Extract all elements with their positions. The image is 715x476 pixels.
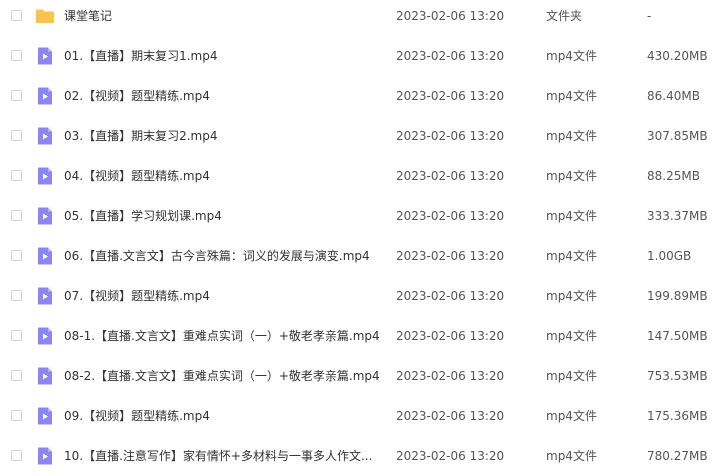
file-size: 175.36MB — [647, 409, 708, 423]
file-row[interactable]: 10.【直播.注意写作】家有情怀+多材料与一事多人作文... 2023-02-06… — [0, 436, 715, 476]
file-size: 430.20MB — [647, 49, 708, 63]
modified-date: 2023-02-06 13:20 — [396, 9, 505, 23]
row-checkbox[interactable] — [11, 250, 22, 261]
row-checkbox[interactable] — [11, 410, 22, 421]
file-type: mp4文件 — [546, 129, 597, 143]
modified-date: 2023-02-06 13:20 — [396, 329, 505, 343]
file-name[interactable]: 课堂笔记 — [64, 0, 379, 36]
video-file-icon — [35, 166, 55, 186]
file-row[interactable]: 08-2.【直播.文言文】重难点实词（一）+敬老孝亲篇.mp4 2023-02-0… — [0, 356, 715, 396]
modified-date: 2023-02-06 13:20 — [396, 89, 505, 103]
file-name[interactable]: 04.【视频】题型精练.mp4 — [64, 156, 379, 196]
file-row[interactable]: 04.【视频】题型精练.mp4 2023-02-06 13:20 mp4文件 88.2… — [0, 156, 715, 196]
file-name[interactable]: 01.【直播】期末复习1.mp4 — [64, 36, 379, 76]
file-list: 课堂笔记 2023-02-06 13:20 文件夹 - 01.【直播】期末复习1.mp4… — [0, 0, 715, 476]
modified-date: 2023-02-06 13:20 — [396, 289, 505, 303]
file-type: mp4文件 — [546, 209, 597, 223]
file-row[interactable]: 08-1.【直播.文言文】重难点实词（一）+敬老孝亲篇.mp4 2023-02-0… — [0, 316, 715, 356]
file-size: 199.89MB — [647, 289, 708, 303]
file-size: 86.40MB — [647, 89, 700, 103]
file-size: 753.53MB — [647, 369, 708, 383]
file-type: mp4文件 — [546, 449, 597, 463]
file-row[interactable]: 03.【直播】期末复习2.mp4 2023-02-06 13:20 mp4文件 307… — [0, 116, 715, 156]
file-type: mp4文件 — [546, 89, 597, 103]
folder-icon — [35, 6, 55, 26]
file-size: 88.25MB — [647, 169, 700, 183]
file-type: mp4文件 — [546, 329, 597, 343]
modified-date: 2023-02-06 13:20 — [396, 409, 505, 423]
file-name[interactable]: 06.【直播.文言文】古今言殊篇：词义的发展与演变.mp4 — [64, 236, 379, 276]
file-type: mp4文件 — [546, 289, 597, 303]
file-size: 333.37MB — [647, 209, 708, 223]
video-file-icon — [35, 206, 55, 226]
video-file-icon — [35, 86, 55, 106]
video-file-icon — [35, 446, 55, 466]
modified-date: 2023-02-06 13:20 — [396, 129, 505, 143]
file-size: 780.27MB — [647, 449, 708, 463]
row-checkbox[interactable] — [11, 450, 22, 461]
file-size: 147.50MB — [647, 329, 708, 343]
file-row[interactable]: 07.【视频】题型精练.mp4 2023-02-06 13:20 mp4文件 199.… — [0, 276, 715, 316]
file-name[interactable]: 05.【直播】学习规划课.mp4 — [64, 196, 379, 236]
file-name[interactable]: 10.【直播.注意写作】家有情怀+多材料与一事多人作文... — [64, 436, 379, 476]
row-checkbox[interactable] — [11, 50, 22, 61]
row-checkbox[interactable] — [11, 290, 22, 301]
file-name[interactable]: 07.【视频】题型精练.mp4 — [64, 276, 379, 316]
file-row[interactable]: 09.【视频】题型精练.mp4 2023-02-06 13:20 mp4文件 175.… — [0, 396, 715, 436]
file-name[interactable]: 09.【视频】题型精练.mp4 — [64, 396, 379, 436]
file-name[interactable]: 08-1.【直播.文言文】重难点实词（一）+敬老孝亲篇.mp4 — [64, 316, 379, 356]
row-checkbox[interactable] — [11, 210, 22, 221]
file-type: mp4文件 — [546, 409, 597, 423]
file-type: 文件夹 — [546, 9, 583, 23]
row-checkbox[interactable] — [11, 90, 22, 101]
file-size: 307.85MB — [647, 129, 708, 143]
modified-date: 2023-02-06 13:20 — [396, 209, 505, 223]
file-row[interactable]: 02.【视频】题型精练.mp4 2023-02-06 13:20 mp4文件 86.4… — [0, 76, 715, 116]
row-checkbox[interactable] — [11, 330, 22, 341]
video-file-icon — [35, 46, 55, 66]
row-checkbox[interactable] — [11, 170, 22, 181]
file-name[interactable]: 03.【直播】期末复习2.mp4 — [64, 116, 379, 156]
file-type: mp4文件 — [546, 49, 597, 63]
file-row[interactable]: 课堂笔记 2023-02-06 13:20 文件夹 - — [0, 0, 715, 36]
row-checkbox[interactable] — [11, 130, 22, 141]
file-size: 1.00GB — [647, 249, 692, 263]
file-size: - — [647, 9, 652, 23]
file-row[interactable]: 06.【直播.文言文】古今言殊篇：词义的发展与演变.mp4 2023-02-06 … — [0, 236, 715, 276]
file-type: mp4文件 — [546, 169, 597, 183]
file-name[interactable]: 02.【视频】题型精练.mp4 — [64, 76, 379, 116]
modified-date: 2023-02-06 13:20 — [396, 449, 505, 463]
video-file-icon — [35, 326, 55, 346]
video-file-icon — [35, 126, 55, 146]
video-file-icon — [35, 406, 55, 426]
row-checkbox[interactable] — [11, 370, 22, 381]
file-row[interactable]: 05.【直播】学习规划课.mp4 2023-02-06 13:20 mp4文件 333… — [0, 196, 715, 236]
modified-date: 2023-02-06 13:20 — [396, 49, 505, 63]
file-name[interactable]: 08-2.【直播.文言文】重难点实词（一）+敬老孝亲篇.mp4 — [64, 356, 379, 396]
video-file-icon — [35, 366, 55, 386]
file-type: mp4文件 — [546, 369, 597, 383]
file-type: mp4文件 — [546, 249, 597, 263]
row-checkbox[interactable] — [11, 10, 22, 21]
file-row[interactable]: 01.【直播】期末复习1.mp4 2023-02-06 13:20 mp4文件 430… — [0, 36, 715, 76]
modified-date: 2023-02-06 13:20 — [396, 369, 505, 383]
video-file-icon — [35, 246, 55, 266]
video-file-icon — [35, 286, 55, 306]
modified-date: 2023-02-06 13:20 — [396, 249, 505, 263]
modified-date: 2023-02-06 13:20 — [396, 169, 505, 183]
